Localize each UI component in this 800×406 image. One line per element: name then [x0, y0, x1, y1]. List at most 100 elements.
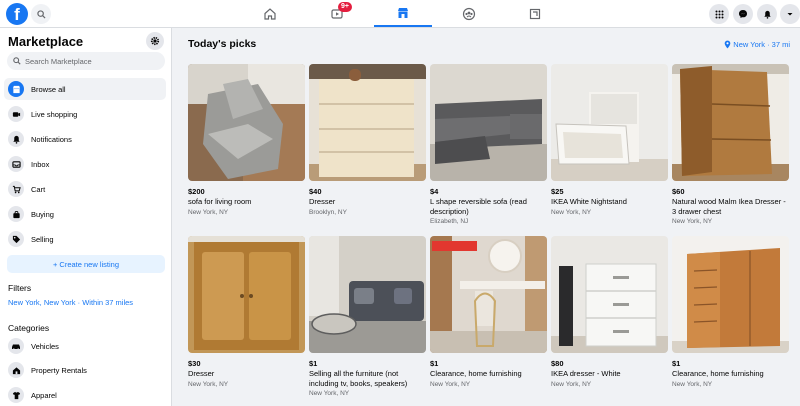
listing-location: New York, NY — [551, 380, 592, 388]
create-listing-button[interactable]: + Create new listing — [7, 255, 165, 273]
listing-location: Brooklyn, NY — [309, 208, 347, 216]
messenger-button[interactable] — [733, 4, 753, 24]
category-label: Vehicles — [31, 341, 59, 351]
sidebar-title: Marketplace — [8, 34, 84, 49]
car-icon — [8, 338, 24, 354]
listing-price: $1 — [672, 359, 681, 368]
storefront-icon — [398, 7, 408, 18]
account-button[interactable] — [780, 4, 800, 24]
storefront-icon — [8, 81, 24, 97]
tab-gaming[interactable] — [506, 0, 564, 27]
listing-card[interactable]: $1 Clearance, home furnishing New York, … — [430, 236, 547, 389]
listing-photo — [188, 64, 305, 181]
listing-price: $30 — [188, 359, 201, 368]
live-video-icon — [8, 106, 24, 122]
groups-icon — [462, 7, 476, 20]
sidebar-item-cart[interactable]: Cart — [4, 178, 166, 200]
location-text: New York · 37 mi — [733, 40, 790, 49]
tab-watch[interactable]: 9+ — [308, 0, 366, 27]
sidebar-item-label: Buying — [31, 209, 54, 219]
sidebar-item-label: Selling — [31, 234, 54, 244]
grid-menu-icon — [715, 10, 723, 18]
listing-location: New York, NY — [188, 208, 229, 216]
bell-icon — [763, 10, 771, 19]
notifications-button[interactable] — [757, 4, 777, 24]
tab-groups[interactable] — [440, 0, 498, 27]
sidebar-item-label: Live shopping — [31, 109, 78, 119]
listing-title: IKEA dresser - White — [551, 369, 621, 378]
listing-card[interactable]: $200 sofa for living room New York, NY — [188, 64, 305, 217]
listing-card[interactable]: $1 Selling all the furniture (not includ… — [309, 236, 426, 398]
category-apparel[interactable]: Apparel — [4, 384, 166, 406]
listing-photo — [430, 236, 547, 353]
settings-button[interactable] — [146, 32, 164, 50]
facebook-logo[interactable]: f — [6, 3, 28, 25]
sidebar-item-label: Notifications — [31, 134, 72, 144]
shopping-bag-icon — [8, 206, 24, 222]
listing-price: $40 — [309, 187, 322, 196]
sidebar-item-label: Browse all — [31, 84, 66, 94]
listing-photo — [309, 236, 426, 353]
listing-price: $60 — [672, 187, 685, 196]
listing-card[interactable]: $25 IKEA White Nightstand New York, NY — [551, 64, 668, 217]
section-title: Today's picks — [188, 38, 257, 50]
listing-card[interactable]: $40 Dresser Brooklyn, NY — [309, 64, 426, 217]
sidebar-item-browse-all[interactable]: Browse all — [4, 78, 166, 100]
location-pin-icon — [724, 40, 731, 49]
sidebar-item-label: Cart — [31, 184, 46, 194]
house-icon — [8, 362, 24, 378]
listing-title: Clearance, home furnishing — [430, 369, 522, 378]
listing-title: sofa for living room — [188, 197, 252, 206]
listing-photo — [551, 64, 668, 181]
messenger-icon — [739, 10, 747, 18]
listing-photo — [551, 236, 668, 353]
sidebar-item-notifications[interactable]: Notifications — [4, 128, 166, 150]
search-icon — [36, 9, 46, 19]
listing-location: New York, NY — [188, 380, 229, 388]
sidebar-item-inbox[interactable]: Inbox — [4, 153, 166, 175]
search-button[interactable] — [31, 4, 51, 24]
listing-card[interactable]: $30 Dresser New York, NY — [188, 236, 305, 389]
notification-badge: 9+ — [338, 2, 352, 12]
listing-title: Clearance, home furnishing — [672, 369, 764, 378]
listing-title: IKEA White Nightstand — [551, 197, 627, 206]
sidebar-item-label: Inbox — [31, 159, 50, 169]
sidebar-item-live-shopping[interactable]: Live shopping — [4, 103, 166, 125]
listing-card[interactable]: $80 IKEA dresser - White New York, NY — [551, 236, 668, 389]
filters-heading: Filters — [8, 283, 32, 293]
gaming-icon — [529, 8, 541, 19]
listing-title: Dresser — [188, 369, 215, 378]
menu-button[interactable] — [709, 4, 729, 24]
gear-icon — [150, 36, 160, 46]
listing-photo — [672, 64, 789, 181]
listing-photo — [309, 64, 426, 181]
listing-location: New York, NY — [672, 380, 713, 388]
listing-title: L shape reversible sofa (read descriptio… — [430, 197, 527, 216]
category-vehicles[interactable]: Vehicles — [4, 335, 166, 357]
listing-location: New York, NY — [672, 218, 713, 225]
listing-title: Natural wood Malm Ikea Dresser - 3 drawe… — [672, 197, 786, 216]
category-label: Property Rentals — [31, 365, 87, 375]
filter-location-link[interactable]: New York, New York · Within 37 miles — [8, 298, 133, 307]
search-icon — [13, 57, 21, 65]
tab-home[interactable] — [241, 0, 299, 27]
inbox-icon — [8, 156, 24, 172]
listing-price: $200 — [188, 187, 205, 196]
sidebar-item-selling[interactable]: Selling — [4, 228, 166, 250]
search-input[interactable] — [25, 56, 155, 66]
listing-price: $1 — [309, 359, 318, 368]
listing-photo — [672, 236, 789, 353]
listing-card[interactable]: $4 L shape reversible sofa (read descrip… — [430, 64, 547, 226]
location-link[interactable]: New York · 37 mi — [724, 40, 790, 49]
listing-location: New York, NY — [430, 380, 471, 388]
home-icon — [264, 7, 276, 20]
listing-location: New York, NY — [309, 390, 350, 397]
listing-card[interactable]: $1 Clearance, home furnishing New York, … — [672, 236, 789, 389]
listing-photo — [430, 64, 547, 181]
listing-photo — [188, 236, 305, 353]
category-property-rentals[interactable]: Property Rentals — [4, 359, 166, 381]
sidebar-item-buying[interactable]: Buying — [4, 203, 166, 225]
marketplace-search[interactable] — [7, 52, 165, 70]
listing-card[interactable]: $60 Natural wood Malm Ikea Dresser - 3 d… — [672, 64, 789, 226]
tab-marketplace[interactable] — [374, 0, 432, 27]
